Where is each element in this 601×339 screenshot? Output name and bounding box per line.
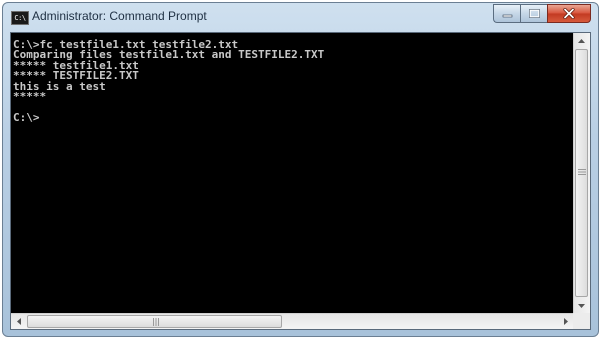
command-prompt-icon[interactable]: C:\ — [11, 11, 29, 25]
arrow-up-icon — [578, 38, 585, 43]
close-icon — [563, 8, 575, 19]
maximize-icon — [528, 9, 540, 18]
scroll-up-button[interactable] — [574, 33, 589, 48]
scroll-right-button[interactable] — [558, 314, 573, 329]
console-output[interactable]: C:\>fc testfile1.txt testfile2.txt Compar… — [11, 33, 574, 314]
scroll-left-button[interactable] — [11, 314, 26, 329]
console-line: this is a test — [13, 79, 106, 93]
maximize-button[interactable] — [520, 4, 547, 23]
minimize-icon — [502, 14, 512, 18]
window-controls — [493, 4, 591, 23]
horizontal-scrollbar[interactable] — [11, 313, 574, 329]
arrow-left-icon — [16, 318, 21, 325]
console-line: ***** — [13, 89, 47, 103]
window-title: Administrator: Command Prompt — [32, 9, 207, 23]
command-prompt-window: C:\ Administrator: Command Prompt C:\>fc… — [2, 2, 599, 337]
console-client-area: C:\>fc testfile1.txt testfile2.txt Compar… — [10, 32, 591, 330]
arrow-down-icon — [578, 303, 585, 308]
resize-grip[interactable] — [573, 313, 590, 329]
arrow-right-icon — [563, 318, 568, 325]
vertical-scroll-thumb[interactable] — [575, 49, 588, 297]
vertical-scrollbar[interactable] — [573, 33, 590, 314]
scroll-down-button[interactable] — [574, 298, 589, 313]
close-button[interactable] — [547, 4, 591, 23]
console-line: C:\> — [13, 110, 40, 124]
horizontal-scroll-thumb[interactable] — [27, 315, 282, 328]
console-text: C:\>fc testfile1.txt testfile2.txt Compar… — [13, 39, 324, 124]
title-bar[interactable]: C:\ Administrator: Command Prompt — [3, 3, 598, 32]
minimize-button[interactable] — [493, 4, 520, 23]
grip-icon — [153, 318, 159, 326]
grip-icon — [578, 169, 586, 175]
